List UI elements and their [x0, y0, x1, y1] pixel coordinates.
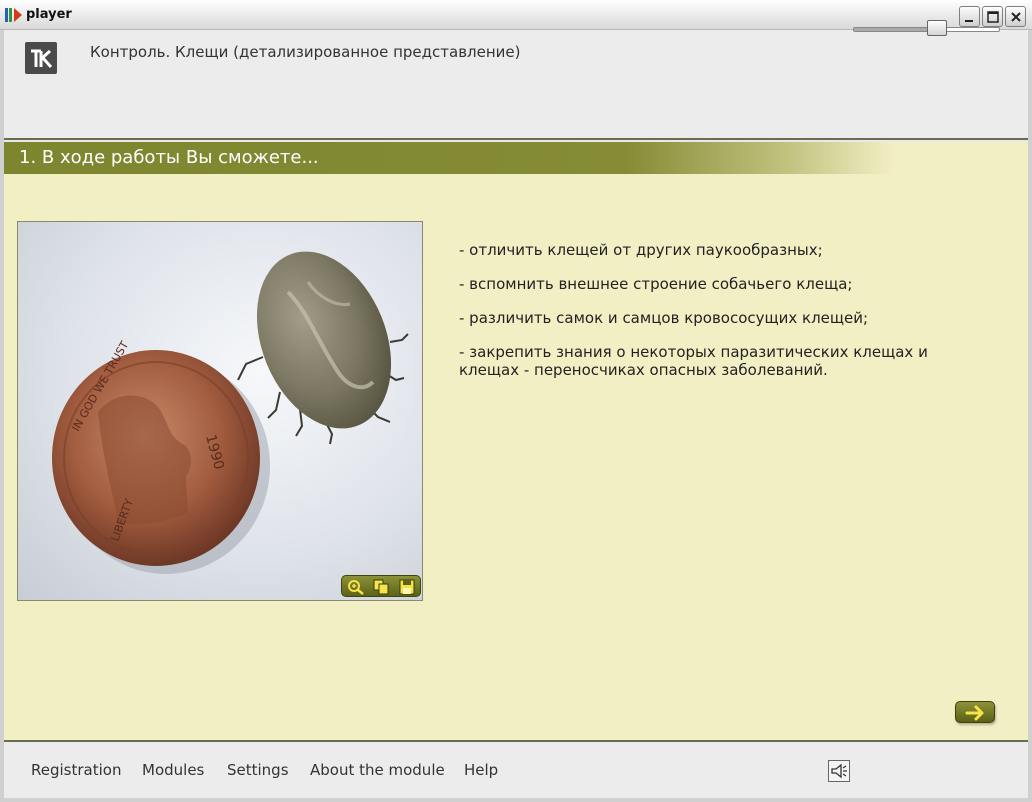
list-item: - различить самок и самцов кровососущих …	[459, 309, 869, 327]
menu-modules[interactable]: Modules	[142, 761, 204, 779]
save-button[interactable]	[397, 578, 417, 596]
window-frame-bottom	[0, 798, 1032, 802]
window-title: player	[26, 7, 72, 22]
close-button[interactable]	[1005, 6, 1026, 27]
module-header: Контроль. Клещи (детализированное предст…	[4, 30, 1028, 140]
save-icon	[399, 579, 415, 595]
copy-icon	[373, 579, 389, 595]
section-header: 1. В ходе работы Вы сможете...	[4, 142, 894, 174]
copy-button[interactable]	[371, 578, 391, 596]
photo-toolbar	[341, 575, 421, 597]
zoom-icon	[348, 580, 364, 595]
maximize-icon	[987, 11, 999, 23]
menu-about-module[interactable]: About the module	[310, 761, 445, 779]
list-item: - закрепить знания о некоторых паразитич…	[459, 343, 928, 379]
minimize-icon	[965, 20, 973, 22]
window-frame-right	[1028, 30, 1032, 802]
speaker-icon	[831, 763, 847, 779]
menu-help[interactable]: Help	[464, 761, 498, 779]
minimize-button[interactable]	[959, 6, 980, 27]
footer-bar: Registration Modules Settings About the …	[4, 740, 1028, 798]
content-panel: 1. В ходе работы Вы сможете... IN GOD WE…	[4, 142, 1028, 740]
window-titlebar[interactable]: player	[0, 0, 1032, 30]
zoom-button[interactable]	[346, 578, 366, 596]
volume-slider-thumb[interactable]	[927, 20, 947, 36]
objectives-list: - отличить клещей от других паукообразны…	[459, 241, 979, 395]
app-logo-icon	[4, 6, 24, 24]
tick-photo[interactable]: IN GOD WE TRUST 1990 LIBERTY	[17, 221, 423, 601]
tick-and-coin-image: IN GOD WE TRUST 1990 LIBERTY	[52, 251, 409, 574]
menu-settings[interactable]: Settings	[227, 761, 289, 779]
page-title: Контроль. Клещи (детализированное предст…	[90, 43, 521, 61]
brand-logo-icon	[25, 42, 57, 74]
menu-registration[interactable]: Registration	[31, 761, 121, 779]
close-icon	[1011, 12, 1021, 22]
mute-button[interactable]	[828, 760, 850, 782]
section-title: 1. В ходе работы Вы сможете...	[19, 147, 319, 168]
list-item: - вспомнить внешнее строение собачьего к…	[459, 275, 853, 293]
arrow-right-icon	[965, 705, 984, 721]
next-button[interactable]	[955, 701, 995, 723]
volume-slider-fill	[854, 28, 927, 31]
list-item: - отличить клещей от других паукообразны…	[459, 241, 823, 259]
maximize-button[interactable]	[982, 6, 1003, 27]
